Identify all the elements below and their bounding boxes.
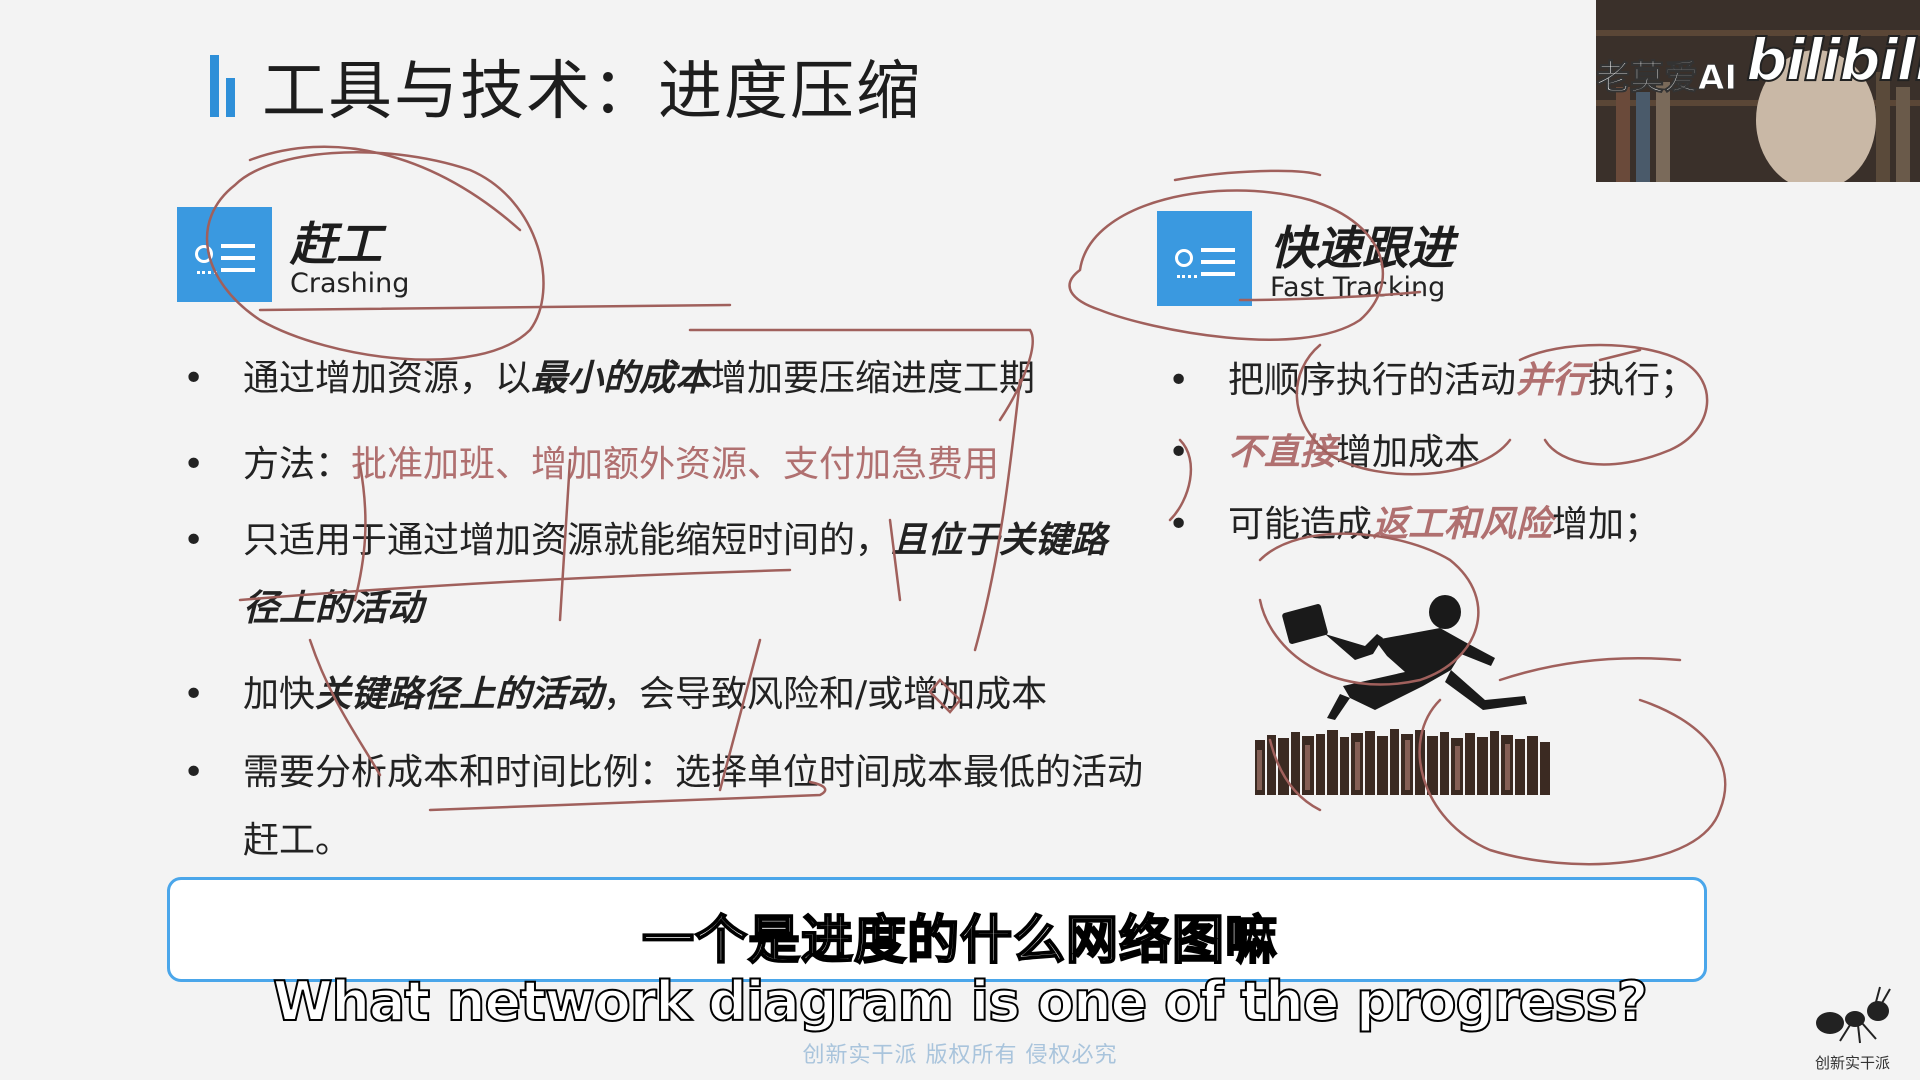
bullet-text: 执行； [1588, 360, 1697, 401]
bullet-text: 需要分析成本和时间比例：选择单位时间成本最低的活动赶工。 [243, 752, 1144, 861]
chart-list-icon [1157, 211, 1252, 306]
emphasized-text: 最小的成本 [531, 358, 712, 399]
title-accent-bar [226, 78, 235, 117]
chart-list-icon [177, 207, 272, 302]
watermark-logo-text: 创新实干派 [1815, 1054, 1891, 1072]
bullet-item: • 把顺序执行的活动并行执行； [1168, 349, 1768, 413]
bullet-text: ，会导致风险和/或增加成本 [603, 674, 1048, 715]
bullet-marker: • [1168, 504, 1190, 545]
fast-tracking-bullet-list: • 把顺序执行的活动并行执行； • 不直接增加成本 • 可能造成返工和风险增加； [1168, 349, 1768, 557]
section-title-fast-tracking: 快速跟进 [1270, 221, 1454, 275]
slide-title: 工具与技术：进度压缩 [262, 55, 922, 129]
highlighted-text: 批准加班、增加额外资源、支付加急费用 [351, 444, 1000, 485]
bullet-text: 把顺序执行的活动 [1228, 360, 1517, 401]
section-title-crashing: 赶工 [290, 217, 382, 271]
section-subtitle-fast-tracking: Fast Tracking [1270, 272, 1446, 303]
bullet-item: • 加快关键路径上的活动，会导致风险和/或增加成本 [183, 661, 1143, 729]
bullet-text: 增加成本 [1336, 432, 1481, 473]
bullet-text: 增加； [1552, 504, 1661, 545]
businessman-jumping-over-books-image [1255, 595, 1550, 795]
bullet-marker: • [1168, 360, 1190, 401]
webcam-overlay: 老莫爱AI bilibili [1596, 0, 1920, 182]
emphasized-text: 返工和风险 [1372, 504, 1553, 545]
bullet-marker: • [183, 358, 205, 399]
emphasized-text: 不直接 [1228, 432, 1337, 473]
section-subtitle-crashing: Crashing [290, 268, 410, 299]
bullet-marker: • [1168, 432, 1190, 473]
bullet-text: 方法： [243, 444, 352, 485]
bullet-marker: • [183, 752, 205, 793]
title-accent-bar [210, 55, 219, 117]
bullet-item: • 需要分析成本和时间比例：选择单位时间成本最低的活动赶工。 [183, 739, 1143, 875]
bullet-text: 增加要压缩进度工期 [711, 358, 1036, 399]
bullet-marker: • [183, 520, 205, 561]
bullet-marker: • [183, 674, 205, 715]
bullet-text: 加快 [243, 674, 316, 715]
bullet-text: 可能造成 [1228, 504, 1373, 545]
uploader-name: 老莫爱AI [1596, 58, 1737, 99]
bullet-item: • 可能造成返工和风险增加； [1168, 493, 1768, 557]
bullet-item: • 通过增加资源，以最小的成本增加要压缩进度工期 [183, 345, 1143, 413]
emphasized-text: 关键路径上的活动 [315, 674, 604, 715]
bullet-text: 只适用于通过增加资源就能缩短时间的， [243, 520, 892, 561]
subtitle-english: What network diagram is one of the progr… [272, 969, 1649, 1034]
bilibili-logo: bilibili [1745, 25, 1920, 95]
bullet-item: • 只适用于通过增加资源就能缩短时间的，且位于关键路径上的活动 [183, 507, 1143, 643]
bullet-item: • 不直接增加成本 [1168, 421, 1768, 485]
emphasized-text: 并行 [1516, 360, 1589, 401]
subtitle-chinese: 一个是进度的什么网络图嘛 [641, 910, 1278, 972]
ant-logo-icon [1816, 986, 1891, 1044]
bullet-marker: • [183, 444, 205, 485]
copyright-notice: 创新实干派 版权所有 侵权必究 [802, 1043, 1118, 1068]
bullet-item: • 方法：批准加班、增加额外资源、支付加急费用 [183, 431, 1143, 499]
bullet-text: 通过增加资源，以 [243, 358, 532, 399]
slide: 工具与技术：进度压缩 赶工 Crashing • 通过增加资源，以最小的成本增加要… [0, 0, 1920, 1080]
crashing-bullet-list: • 通过增加资源，以最小的成本增加要压缩进度工期 • 方法：批准加班、增加额外资源、支… [183, 345, 1143, 875]
